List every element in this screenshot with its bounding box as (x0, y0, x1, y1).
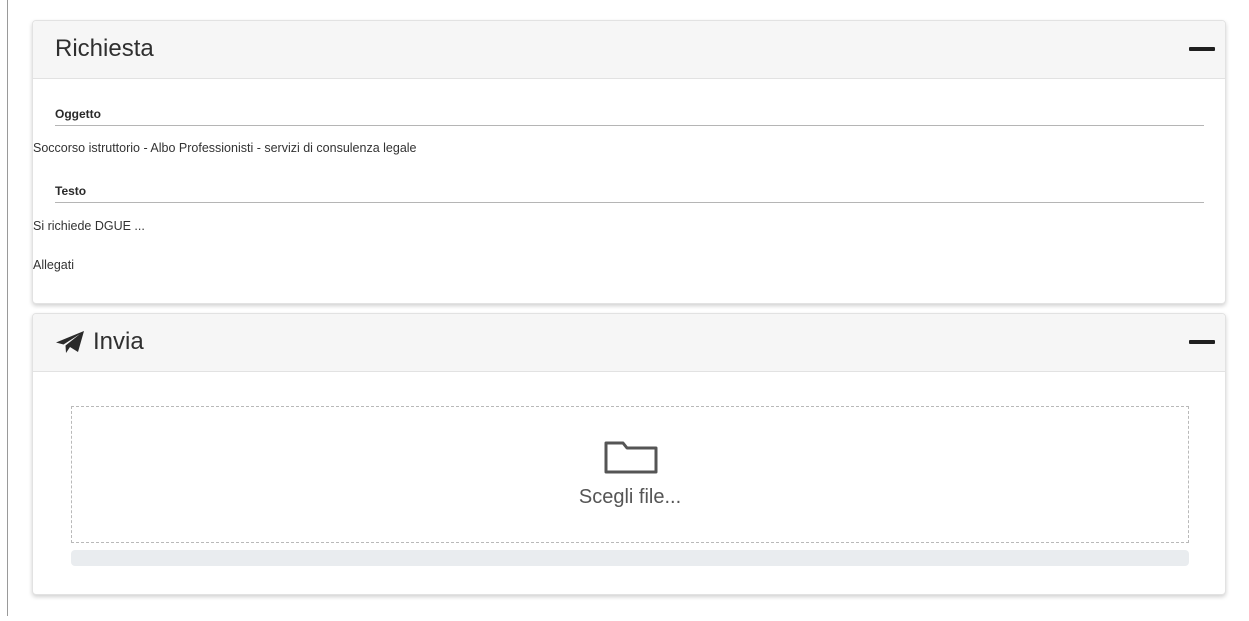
minus-icon (1189, 47, 1215, 51)
richiesta-panel-header: Richiesta (33, 21, 1225, 79)
testo-label: Testo (55, 184, 1204, 203)
oggetto-value: Soccorso istruttorio - Albo Professionis… (33, 141, 417, 155)
allegati-label: Allegati (33, 258, 74, 272)
invia-panel: Invia Scegli file... (32, 313, 1226, 595)
folder-icon (604, 441, 658, 474)
choose-file-label: Scegli file... (578, 486, 682, 508)
minus-icon (1189, 340, 1215, 344)
richiesta-panel-title: Richiesta (55, 35, 154, 62)
paper-plane-icon (56, 331, 84, 353)
file-dropzone[interactable]: Scegli file... (71, 406, 1189, 543)
invia-collapse-button[interactable] (1187, 332, 1217, 354)
invia-panel-title: Invia (55, 328, 144, 356)
richiesta-collapse-button[interactable] (1187, 39, 1217, 61)
invia-title-text: Invia (93, 328, 144, 355)
left-border-line (7, 0, 8, 616)
oggetto-label: Oggetto (55, 107, 1204, 126)
richiesta-panel: Richiesta Oggetto Soccorso istruttorio -… (32, 20, 1226, 304)
upload-progress-bar (71, 550, 1189, 566)
invia-panel-header: Invia (33, 314, 1225, 372)
testo-value: Si richiede DGUE ... (33, 219, 145, 233)
